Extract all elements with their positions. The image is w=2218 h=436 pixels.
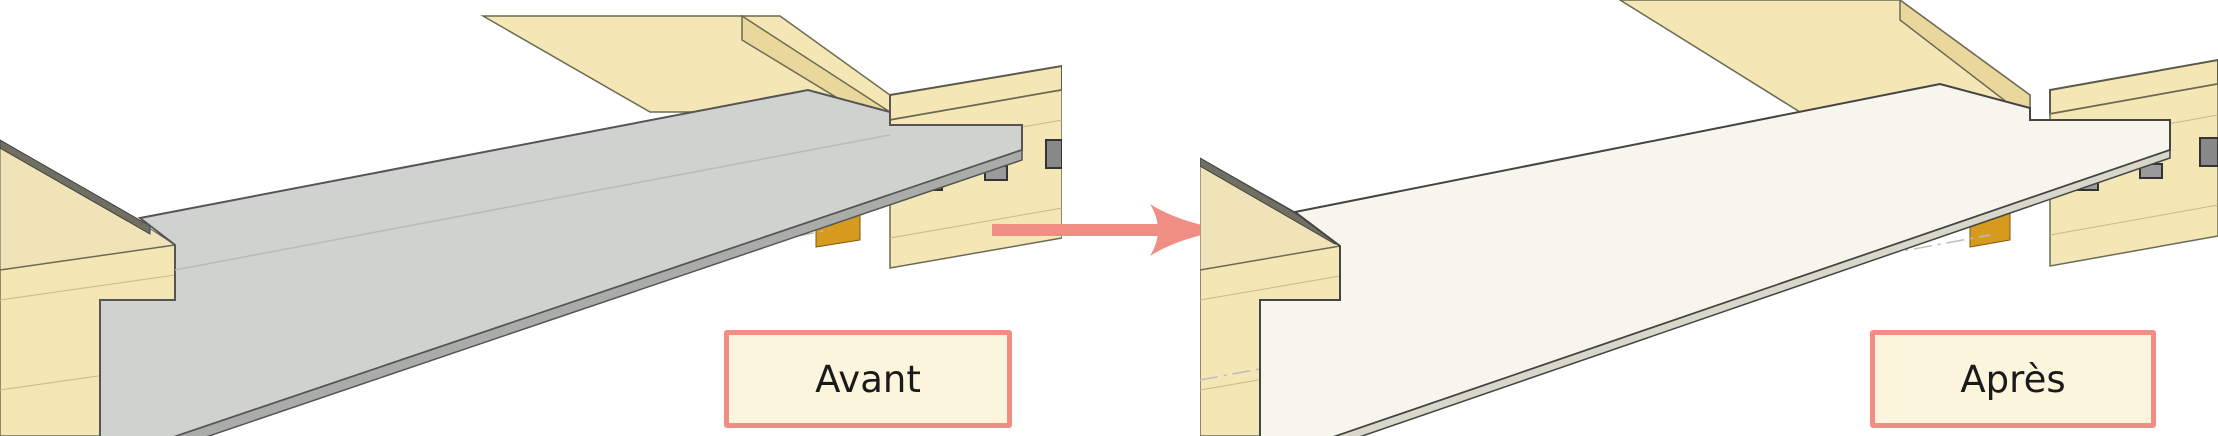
label-before-text: Avant xyxy=(815,357,921,401)
label-after-text: Après xyxy=(1960,357,2066,401)
window-icon xyxy=(2199,137,2218,167)
label-before-box: Avant xyxy=(724,330,1012,428)
right-arrow-icon xyxy=(992,204,1226,256)
window-icon xyxy=(1045,139,1062,169)
before-after-comparison: Avant Après xyxy=(0,0,2218,436)
label-after-box: Après xyxy=(1870,330,2156,428)
